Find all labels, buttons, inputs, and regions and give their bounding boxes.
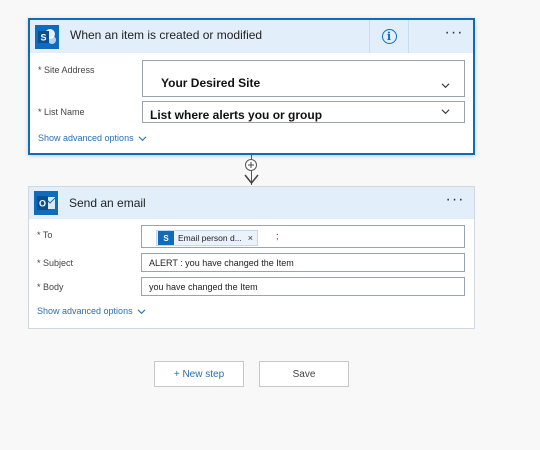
trigger-card: S When an item is created or modified i … <box>28 18 475 155</box>
insert-step-button[interactable] <box>245 159 257 171</box>
remove-token-icon[interactable]: × <box>248 233 253 243</box>
action-header[interactable]: O Send an email ··· <box>29 187 474 219</box>
advanced-label: Show advanced options <box>37 306 133 316</box>
more-icon[interactable]: ··· <box>441 25 467 46</box>
new-step-label: + New step <box>173 368 225 380</box>
list-name-label: * List Name <box>38 107 85 117</box>
plus-icon <box>248 162 254 168</box>
dynamic-content-token[interactable]: S Email person d... × <box>156 230 259 246</box>
trigger-header[interactable]: S When an item is created or modified i … <box>30 20 473 53</box>
arrow-down-icon <box>244 174 259 185</box>
subject-input[interactable]: ALERT : you have changed the Item <box>141 253 465 272</box>
site-address-value: Your Desired Site <box>161 76 261 90</box>
new-step-button[interactable]: + New step <box>154 361 244 387</box>
outlook-icon: O <box>34 191 58 215</box>
info-icon: i <box>381 29 397 44</box>
chevron-down-icon <box>137 308 146 314</box>
recipient-separator: ; <box>276 231 279 241</box>
svg-text:S: S <box>40 33 46 43</box>
chevron-down-icon <box>441 83 450 89</box>
chevron-down-icon <box>138 135 147 141</box>
sharepoint-icon: S <box>35 25 59 49</box>
more-icon[interactable]: ··· <box>442 192 468 213</box>
show-advanced-options-action[interactable]: Show advanced options <box>37 306 146 316</box>
body-value: you have changed the Item <box>149 282 258 292</box>
action-title: Send an email <box>69 196 146 210</box>
to-label: * To <box>37 230 53 240</box>
list-name-value: List where alerts you or group <box>150 108 323 122</box>
list-name-dropdown[interactable]: List where alerts you or group <box>142 101 465 123</box>
info-button[interactable]: i <box>369 20 409 53</box>
body-label: * Body <box>37 282 64 292</box>
to-field[interactable]: S Email person d... × ; <box>141 225 465 248</box>
body-input[interactable]: you have changed the Item <box>141 277 465 296</box>
show-advanced-options-trigger[interactable]: Show advanced options <box>38 133 147 143</box>
site-address-label: * Site Address <box>38 65 95 75</box>
subject-label: * Subject <box>37 258 74 268</box>
save-button[interactable]: Save <box>259 361 349 387</box>
save-label: Save <box>292 368 316 380</box>
token-label: Email person d... <box>178 233 242 243</box>
advanced-label: Show advanced options <box>38 133 134 143</box>
svg-text:O: O <box>39 199 46 209</box>
chevron-down-icon <box>441 109 450 115</box>
trigger-title: When an item is created or modified <box>70 28 263 42</box>
sharepoint-icon: S <box>158 231 174 245</box>
subject-value: ALERT : you have changed the Item <box>149 258 294 268</box>
send-email-card: O Send an email ··· * To S Email person … <box>28 186 475 329</box>
site-address-dropdown[interactable]: Your Desired Site <box>142 60 465 97</box>
